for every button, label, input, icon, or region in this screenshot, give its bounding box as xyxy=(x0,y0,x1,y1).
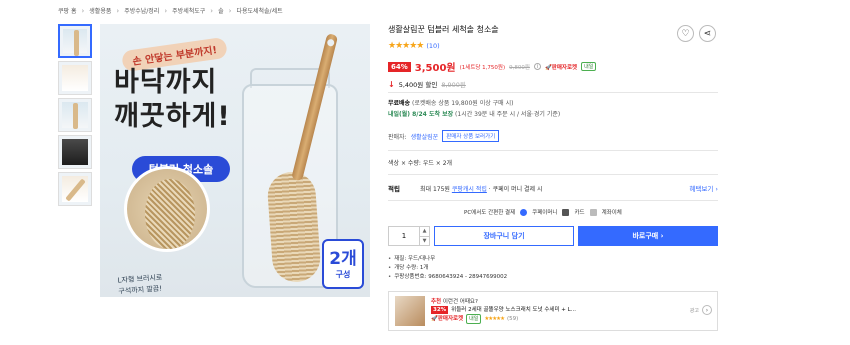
divider xyxy=(388,150,718,151)
sale-price: 3,500원 xyxy=(414,63,456,74)
thumbnail[interactable] xyxy=(58,172,92,206)
count-badge: 2개 구성 xyxy=(322,239,364,289)
spec-item: 재질: 우드/대나무 xyxy=(388,255,507,264)
seller-name[interactable]: 생활살림꾼 xyxy=(411,132,439,141)
image-note: L자형 브러시로 구석까지 깔끔! xyxy=(117,273,163,296)
selected-option: 색상 × 수량: 우드 × 2개 xyxy=(388,160,453,167)
discount-original: 8,900원 xyxy=(441,81,466,89)
seller-products-button[interactable]: 판매자 상품 보러가기 xyxy=(442,130,500,142)
recommendation-image[interactable] xyxy=(395,296,425,326)
seller-info: 판매자: 생활살림꾼 판매자 상품 보러가기 xyxy=(388,130,500,142)
spec-item: 개당 수량: 1개 xyxy=(388,264,507,273)
add-to-cart-button[interactable]: 장바구니 담기 xyxy=(434,226,574,246)
spec-item: 쿠팡상품번호: 9680643924 - 28947699002 xyxy=(388,273,507,282)
rocket-badge: 🚀판매자로켓 xyxy=(544,64,578,71)
thumbnail[interactable] xyxy=(58,24,92,58)
price-line: 64% 3,500원 (1세트당 1,750원) 9,800원 i 🚀판매자로켓… xyxy=(388,59,718,74)
benefit-link[interactable]: 혜택보기 › xyxy=(689,183,718,193)
thumbnail[interactable] xyxy=(58,98,92,132)
buy-now-button[interactable]: 바로구매 › xyxy=(578,226,718,246)
card-icon xyxy=(562,208,570,216)
arrow-down-icon: ↓ xyxy=(388,79,395,89)
chevron-right-icon[interactable]: › xyxy=(702,305,712,315)
divider xyxy=(388,200,718,201)
breadcrumb-item[interactable]: 쿠팡 홈 xyxy=(58,6,76,15)
divider xyxy=(388,92,718,93)
divider xyxy=(388,174,718,175)
star-rating-icon: ★★★★★ xyxy=(484,316,505,322)
breadcrumb-item[interactable]: 주방수납/정리 xyxy=(124,6,159,15)
brush-bristles xyxy=(266,170,322,284)
star-rating-icon: ★★★★★ xyxy=(388,41,424,51)
unit-price: (1세트당 1,750원) xyxy=(459,64,506,71)
quantity-stepper[interactable]: 1 ▲ ▼ xyxy=(388,226,430,246)
discount-badge: 64% xyxy=(388,61,411,72)
breadcrumb-item[interactable]: 솔 xyxy=(218,6,224,15)
reward-points: 적립 최대 175원 쿠팡캐시 적립 · 쿠페이 머니 결제 시 혜택보기 › xyxy=(388,183,718,193)
rating[interactable]: ★★★★★ (10) xyxy=(388,41,718,51)
share-icon[interactable]: ⋖ xyxy=(699,25,716,42)
image-headline: 바닥까지 깨끗하게! xyxy=(114,67,231,132)
chevron-right-icon: › xyxy=(210,6,214,15)
recommendation-title[interactable]: 위들러 2세대 골똘우양 노스크래치 도넛 수세미 + L... xyxy=(451,306,576,314)
breadcrumb-item[interactable]: 주방세척도구 xyxy=(172,6,205,15)
info-icon[interactable]: i xyxy=(533,63,541,70)
breadcrumb-item[interactable]: 다용도세척솔/세트 xyxy=(236,6,282,15)
chevron-right-icon: › xyxy=(116,6,120,15)
thumbnail-list xyxy=(58,24,92,209)
thumbnail[interactable] xyxy=(58,61,92,95)
breadcrumb: 쿠팡 홈 › 생활용품 › 주방수납/정리 › 주방세척도구 › 솔 › 다용도세척솔/세… xyxy=(58,6,283,16)
product-title: 생활살림꾼 텀블러 세척솔 청소솔 xyxy=(388,25,499,34)
thumbnail[interactable] xyxy=(58,135,92,169)
chevron-right-icon: › xyxy=(228,6,232,15)
product-main-image[interactable]: 손 안닿는 부분까지! 바닥까지 깨끗하게! 텀블러 청소솔 L자형 브러시로 … xyxy=(100,24,370,297)
discount-amount: 5,400원 할인 xyxy=(398,81,438,89)
coupay-icon xyxy=(520,208,528,216)
bank-icon xyxy=(589,208,597,216)
tomorrow-badge: 내일 xyxy=(581,62,597,71)
ad-label: 광고 xyxy=(689,308,699,314)
recommendation-card[interactable]: 추천 이런건 어때요? 32% 위들러 2세대 골똘우양 노스크래치 도넛 수세… xyxy=(388,291,718,331)
heart-icon[interactable]: ♡ xyxy=(677,25,694,42)
review-count[interactable]: (10) xyxy=(426,42,439,50)
payment-methods: PC에서도 간편한 결제 쿠페이머니 카드 계좌이체 xyxy=(464,208,622,216)
chevron-up-icon[interactable]: ▲ xyxy=(420,227,429,236)
chevron-right-icon: › xyxy=(164,6,168,15)
chevron-down-icon[interactable]: ▼ xyxy=(420,235,429,246)
spec-list: 재질: 우드/대나무 개당 수량: 1개 쿠팡상품번호: 9680643924 … xyxy=(388,255,507,282)
breadcrumb-item[interactable]: 생활용품 xyxy=(89,6,111,15)
product-info: 생활살림꾼 텀블러 세척솔 청소솔 ♡ ⋖ ★★★★★ (10) 64% 3,5… xyxy=(388,20,718,89)
chevron-right-icon: › xyxy=(81,6,85,15)
discount-line: ↓ 5,400원 할인 8,900원 xyxy=(388,79,718,90)
shipping-info: 무료배송 (로켓배송 상품 19,800원 이상 구매 시) 내일(월) 8/2… xyxy=(388,100,561,118)
discount-badge: 32% xyxy=(431,306,449,314)
original-price: 9,800원 xyxy=(509,64,530,71)
zoom-detail-circle xyxy=(124,166,210,252)
quantity-value[interactable]: 1 xyxy=(389,227,419,245)
